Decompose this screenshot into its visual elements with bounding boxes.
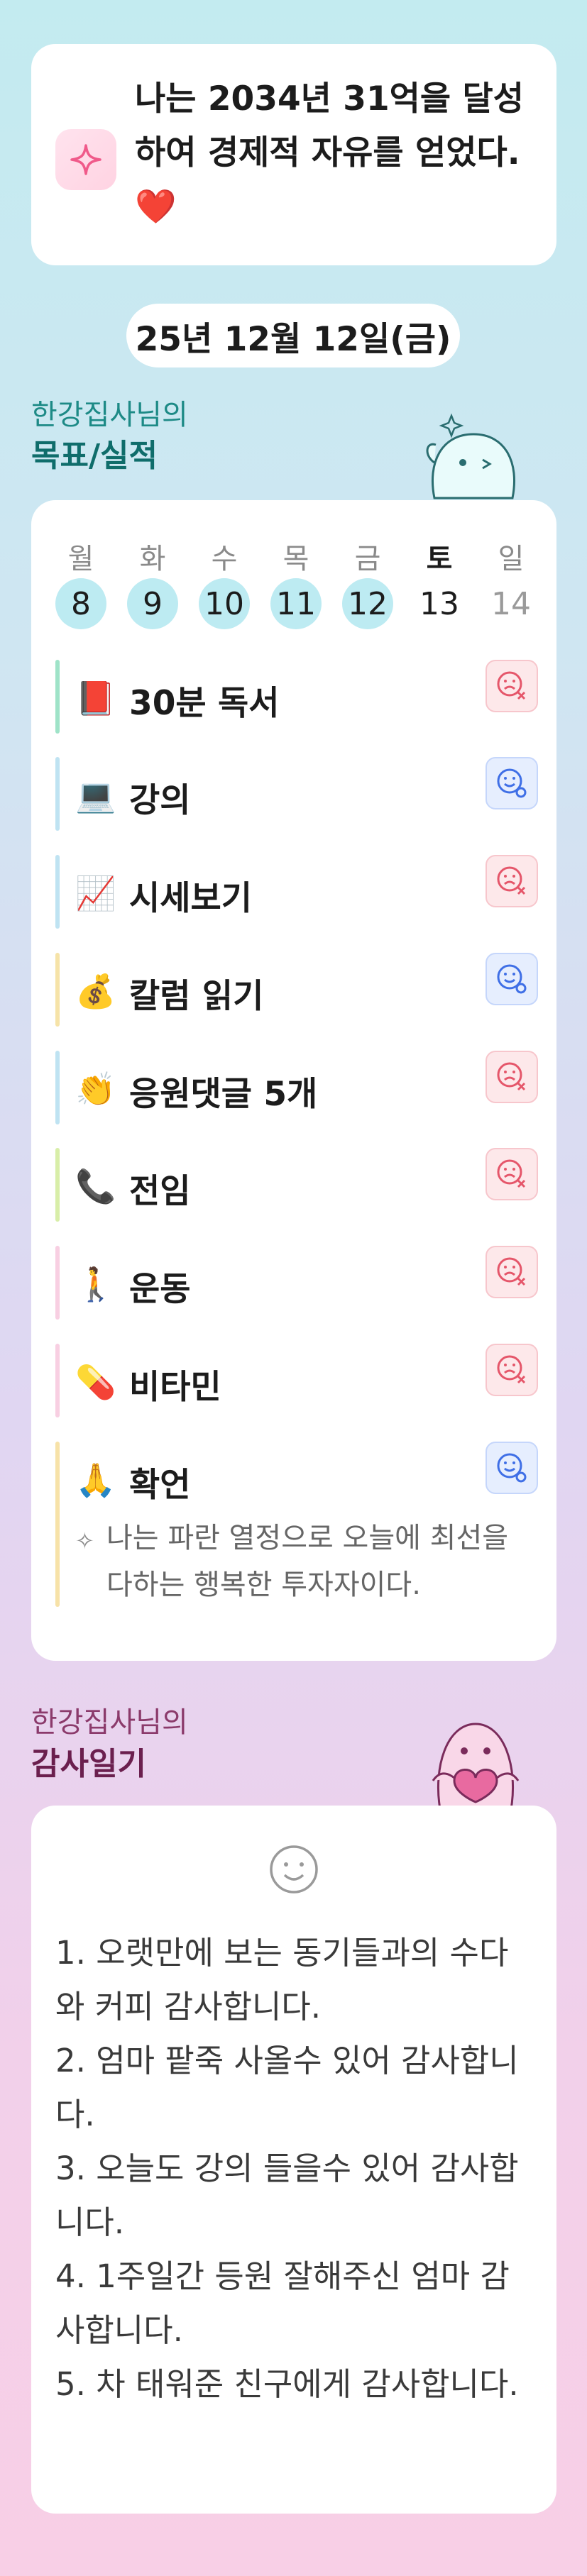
laptop-icon: 💻 bbox=[75, 776, 116, 814]
weekday-wed[interactable]: 수 10 bbox=[199, 536, 250, 629]
sad-face-fail-icon[interactable] bbox=[485, 660, 538, 712]
weekday-label: 일 bbox=[498, 543, 525, 575]
goal-item-lecture[interactable]: 💻 강의 bbox=[55, 757, 538, 831]
goal-label: 비타민 bbox=[129, 1368, 221, 1407]
weekday-label: 금 bbox=[354, 543, 381, 575]
goals-card: 월 8 화 9 수 10 목 11 금 12 토 13 일 14 📕 30분 독… bbox=[31, 500, 556, 1661]
weekday-date: 10 bbox=[199, 578, 250, 629]
goal-item-reading[interactable]: 📕 30분 독서 bbox=[55, 660, 538, 734]
pill-icon: 💊 bbox=[75, 1363, 116, 1401]
gratitude-item: 2. 엄마 팥죽 사올수 있어 감사합니다. bbox=[55, 2042, 519, 2133]
goal-note-text: 나는 파란 열정으로 오늘에 최선을 다하는 행복한 투자자이다. bbox=[106, 1522, 509, 1601]
weekday-sat[interactable]: 토 13 bbox=[414, 536, 465, 629]
goal-color-bar bbox=[55, 1051, 60, 1124]
weekday-tue[interactable]: 화 9 bbox=[127, 536, 178, 629]
smile-face-ok-icon[interactable] bbox=[485, 1442, 538, 1494]
weekday-date: 13 bbox=[419, 585, 459, 622]
weekday-label: 토 bbox=[426, 543, 453, 575]
heart-mascot-icon bbox=[419, 1710, 532, 1811]
goal-label: 확언 bbox=[129, 1466, 191, 1505]
gratitude-list: 1. 오랫만에 보는 동기들과의 수다와 커피 감사합니다. 2. 엄마 팥죽 … bbox=[55, 1926, 532, 2411]
chart-up-icon: 📈 bbox=[75, 874, 116, 912]
goal-label: 전임 bbox=[129, 1172, 191, 1211]
walking-icon: 🚶 bbox=[75, 1265, 116, 1303]
weekday-date: 8 bbox=[55, 578, 106, 629]
praying-hands-icon: 🙏 bbox=[75, 1461, 116, 1499]
sad-face-fail-icon[interactable] bbox=[485, 1051, 538, 1103]
sad-face-fail-icon[interactable] bbox=[485, 1344, 538, 1396]
smile-face-ok-icon[interactable] bbox=[485, 757, 538, 809]
gratitude-section-subtitle: 한강집사님의 bbox=[31, 1706, 188, 1739]
gratitude-item: 3. 오늘도 강의 들을수 있어 감사합니다. bbox=[55, 2150, 519, 2241]
weekday-label: 화 bbox=[139, 543, 166, 575]
clap-icon: 👏 bbox=[75, 1070, 116, 1108]
goal-color-bar bbox=[55, 953, 60, 1027]
goal-color-bar bbox=[55, 757, 60, 831]
goal-label: 응원댓글 5개 bbox=[129, 1075, 318, 1114]
gratitude-item: 5. 차 태워준 친구에게 감사합니다. bbox=[55, 2365, 519, 2403]
goals-section-title: 목표/실적 bbox=[31, 438, 158, 474]
heart-emoji: ❤️ bbox=[135, 187, 177, 226]
phone-icon: 📞 bbox=[75, 1167, 116, 1205]
smile-icon bbox=[265, 1841, 322, 1898]
goal-item-exercise[interactable]: 🚶 운동 bbox=[55, 1246, 538, 1320]
sparkle-icon bbox=[55, 129, 116, 190]
ghost-mascot-icon bbox=[420, 406, 527, 502]
goal-label: 칼럼 읽기 bbox=[129, 977, 264, 1016]
date-selector[interactable]: 25년 12월 12일(금) bbox=[126, 304, 460, 367]
gratitude-card[interactable]: 1. 오랫만에 보는 동기들과의 수다와 커피 감사합니다. 2. 엄마 팥죽 … bbox=[31, 1806, 556, 2514]
sad-face-fail-icon[interactable] bbox=[485, 1148, 538, 1200]
goal-color-bar bbox=[55, 1344, 60, 1417]
weekday-label: 목 bbox=[282, 543, 309, 575]
sad-face-fail-icon[interactable] bbox=[485, 1246, 538, 1298]
sad-face-fail-icon[interactable] bbox=[485, 855, 538, 907]
gratitude-item: 1. 오랫만에 보는 동기들과의 수다와 커피 감사합니다. bbox=[55, 1934, 509, 2025]
gratitude-item: 4. 1주일간 등원 잘해주신 엄마 감사합니다. bbox=[55, 2257, 510, 2349]
weekday-date: 14 bbox=[491, 585, 531, 622]
goal-note: ✧ 나는 파란 열정으로 오늘에 최선을 다하는 행복한 투자자이다. bbox=[75, 1515, 515, 1608]
book-icon: 📕 bbox=[75, 679, 116, 717]
goal-label: 30분 독서 bbox=[129, 684, 280, 723]
goal-label: 운동 bbox=[129, 1270, 191, 1309]
goal-label: 시세보기 bbox=[129, 879, 252, 918]
goal-item-comments[interactable]: 👏 응원댓글 5개 bbox=[55, 1051, 538, 1124]
goal-label: 강의 bbox=[129, 781, 191, 820]
weekday-mon[interactable]: 월 8 bbox=[55, 536, 106, 629]
weekday-date: 9 bbox=[127, 578, 178, 629]
goal-color-bar bbox=[55, 1246, 60, 1320]
goal-item-column-reading[interactable]: 💰 칼럼 읽기 bbox=[55, 953, 538, 1027]
gratitude-section-title: 감사일기 bbox=[31, 1746, 146, 1782]
goal-item-market-check[interactable]: 📈 시세보기 bbox=[55, 855, 538, 929]
affirmation-body: 나는 2034년 31억을 달성하여 경제적 자유를 얻었다. bbox=[135, 79, 524, 172]
small-sparkle-icon: ✧ bbox=[75, 1527, 94, 1554]
goals-section-subtitle: 한강집사님의 bbox=[31, 399, 188, 431]
goal-item-affirmation[interactable]: 🙏 확언 bbox=[55, 1442, 538, 1515]
weekday-sun[interactable]: 일 14 bbox=[485, 536, 537, 629]
goal-color-bar bbox=[55, 1148, 60, 1222]
goal-color-bar bbox=[55, 855, 60, 929]
goal-item-call[interactable]: 📞 전임 bbox=[55, 1148, 538, 1222]
smile-face-ok-icon[interactable] bbox=[485, 953, 538, 1005]
affirmation-text: 나는 2034년 31억을 달성하여 경제적 자유를 얻었다. ❤️ bbox=[135, 72, 547, 234]
weekday-thu[interactable]: 목 11 bbox=[270, 536, 322, 629]
weekday-fri[interactable]: 금 12 bbox=[342, 536, 393, 629]
goal-color-bar bbox=[55, 660, 60, 734]
weekday-label: 수 bbox=[211, 543, 238, 575]
money-bag-icon: 💰 bbox=[75, 972, 116, 1010]
affirmation-card[interactable]: 나는 2034년 31억을 달성하여 경제적 자유를 얻었다. ❤️ bbox=[31, 44, 556, 265]
weekday-label: 월 bbox=[67, 543, 94, 575]
weekday-date: 12 bbox=[342, 578, 393, 629]
goal-item-vitamin[interactable]: 💊 비타민 bbox=[55, 1344, 538, 1417]
goal-note-color-bar bbox=[55, 1444, 60, 1607]
weekday-date: 11 bbox=[270, 578, 322, 629]
